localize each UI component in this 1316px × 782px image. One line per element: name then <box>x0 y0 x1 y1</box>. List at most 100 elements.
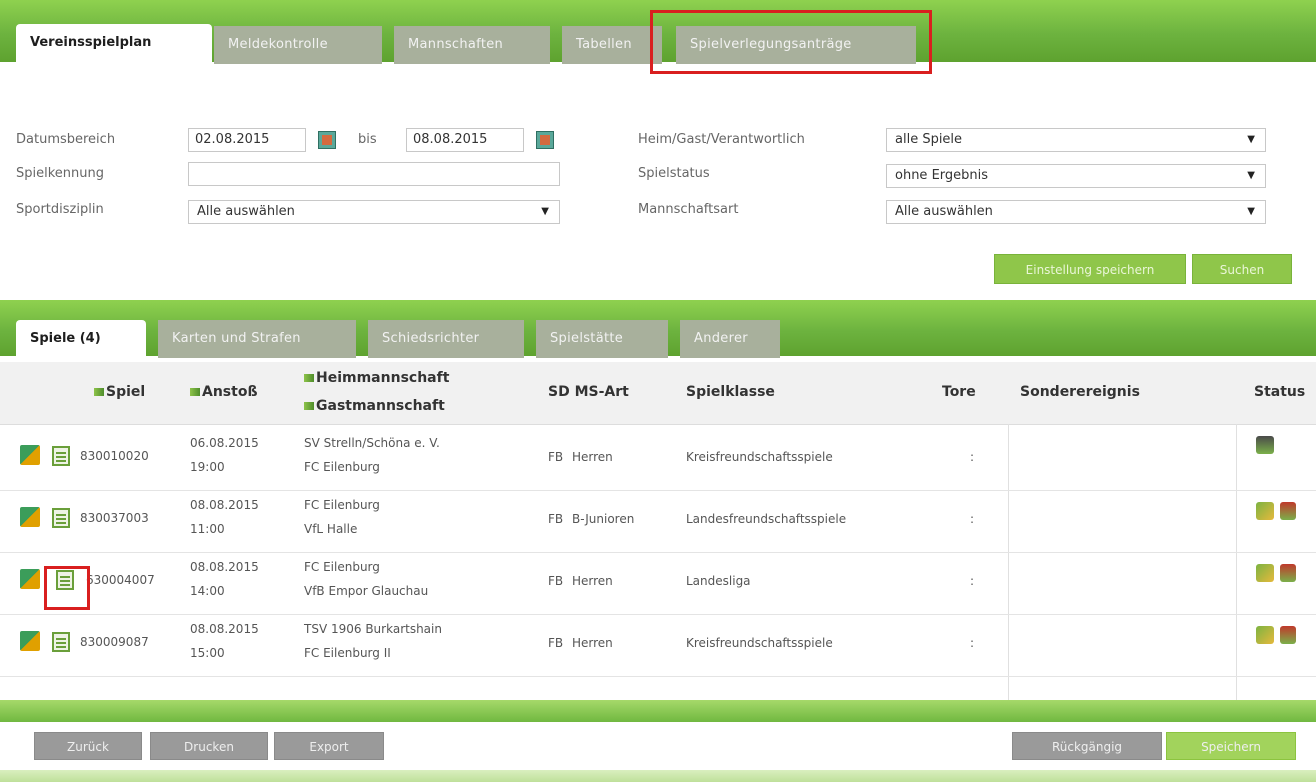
tab-mannschaften[interactable]: Mannschaften <box>394 26 550 64</box>
game-date: 08.08.2015 <box>190 560 259 574</box>
sort-icon <box>304 374 314 382</box>
game-report-icon[interactable] <box>52 632 70 652</box>
sportdisziplin-value: Alle auswählen <box>197 204 295 219</box>
status-icon <box>1256 564 1274 582</box>
edit-game-icon[interactable] <box>20 631 40 651</box>
spielstatus-value: ohne Ergebnis <box>895 168 989 183</box>
tab-tabellen[interactable]: Tabellen <box>562 26 662 64</box>
home-team: FC Eilenburg <box>304 498 380 512</box>
mannschaftsart-select[interactable]: Alle auswählen ▼ <box>886 200 1266 224</box>
column-header-gast[interactable]: Gastmannschaft <box>304 398 445 414</box>
guest-team: VfB Empor Glauchau <box>304 584 429 598</box>
chevron-down-icon: ▼ <box>1247 134 1255 145</box>
guest-team: FC Eilenburg <box>304 460 380 474</box>
label-sportdisziplin: Sportdisziplin <box>16 202 104 217</box>
tab-vereinsspielplan[interactable]: Vereinsspielplan <box>16 24 212 64</box>
calendar-from-icon[interactable] <box>318 131 336 149</box>
game-date: 08.08.2015 <box>190 622 259 636</box>
tab-spiele[interactable]: Spiele (4) <box>16 320 146 360</box>
calendar-status-icon <box>1280 626 1296 644</box>
date-to-input[interactable]: 08.08.2015 <box>406 128 524 152</box>
label-bis: bis <box>358 132 377 147</box>
game-time: 19:00 <box>190 460 225 474</box>
table-row[interactable]: 830009087 08.08.2015 15:00 TSV 1906 Burk… <box>0 614 1316 677</box>
print-button[interactable]: Drucken <box>150 732 268 760</box>
sport-discipline: FB <box>548 574 564 588</box>
team-type: B-Junioren <box>572 512 635 526</box>
column-header-spiel[interactable]: Spiel <box>94 384 145 400</box>
column-header-anstoss[interactable]: Anstoß <box>190 384 258 400</box>
mannschaftsart-value: Alle auswählen <box>895 204 993 219</box>
home-team: TSV 1906 Burkartshain <box>304 622 442 636</box>
tab-schiedsrichter[interactable]: Schiedsrichter <box>368 320 524 358</box>
table-row[interactable]: 830037003 08.08.2015 11:00 FC Eilenburg … <box>0 490 1316 553</box>
sportdisziplin-select[interactable]: Alle auswählen ▼ <box>188 200 560 224</box>
game-id: 830009087 <box>80 635 149 649</box>
header-spiel-label: Spiel <box>106 384 146 400</box>
edit-game-icon[interactable] <box>20 569 40 589</box>
sport-discipline: FB <box>548 636 564 650</box>
table-row[interactable]: 830010020 06.08.2015 19:00 SV Strelln/Sc… <box>0 428 1316 491</box>
guest-team: FC Eilenburg II <box>304 646 391 660</box>
sport-discipline: FB <box>548 512 564 526</box>
header-anstoss-label: Anstoß <box>202 384 258 400</box>
column-header-sd-msart: SD MS-Art <box>548 384 629 400</box>
status-icon <box>1256 502 1274 520</box>
status-icon <box>1256 626 1274 644</box>
spielkennung-input[interactable] <box>188 162 560 186</box>
calendar-to-icon[interactable] <box>536 131 554 149</box>
score: : <box>970 636 975 650</box>
game-class: Kreisfreundschaftsspiele <box>686 636 833 650</box>
game-date: 06.08.2015 <box>190 436 259 450</box>
sport-discipline: FB <box>548 450 564 464</box>
sort-icon <box>190 388 200 396</box>
status-icon <box>1256 436 1274 454</box>
column-header-status: Status <box>1254 384 1306 400</box>
header-heim-label: Heimmannschaft <box>316 370 450 386</box>
tab-spielstaette[interactable]: Spielstätte <box>536 320 668 358</box>
heimgast-select[interactable]: alle Spiele ▼ <box>886 128 1266 152</box>
game-id: 630004007 <box>86 573 155 587</box>
game-id: 830037003 <box>80 511 149 525</box>
label-spielstatus: Spielstatus <box>638 166 710 181</box>
search-button[interactable]: Suchen <box>1192 254 1292 284</box>
sort-icon <box>304 402 314 410</box>
label-datumsbereich: Datumsbereich <box>16 132 116 147</box>
spielstatus-select[interactable]: ohne Ergebnis ▼ <box>886 164 1266 188</box>
home-team: FC Eilenburg <box>304 560 380 574</box>
game-date: 08.08.2015 <box>190 498 259 512</box>
game-report-icon[interactable] <box>52 446 70 466</box>
tab-anderer[interactable]: Anderer <box>680 320 780 358</box>
app-window: Vereinsspielplan Meldekontrolle Mannscha… <box>0 0 1316 782</box>
column-header-heim[interactable]: Heimmannschaft <box>304 370 449 386</box>
game-report-icon[interactable] <box>52 508 70 528</box>
score: : <box>970 512 975 526</box>
date-from-input[interactable]: 02.08.2015 <box>188 128 306 152</box>
tab-meldekontrolle[interactable]: Meldekontrolle <box>214 26 382 64</box>
heimgast-value: alle Spiele <box>895 132 963 147</box>
game-time: 15:00 <box>190 646 225 660</box>
edit-game-icon[interactable] <box>20 445 40 465</box>
save-settings-button[interactable]: Einstellung speichern <box>994 254 1186 284</box>
tab-karten-strafen[interactable]: Karten und Strafen <box>158 320 356 358</box>
save-button[interactable]: Speichern <box>1166 732 1296 760</box>
team-type: Herren <box>572 450 613 464</box>
label-mannschaftsart: Mannschaftsart <box>638 202 739 217</box>
game-time: 11:00 <box>190 522 225 536</box>
highlight-box-tab <box>650 10 932 74</box>
game-class: Kreisfreundschaftsspiele <box>686 450 833 464</box>
score: : <box>970 450 975 464</box>
chevron-down-icon: ▼ <box>1247 170 1255 181</box>
table-footer-bar <box>0 700 1316 722</box>
export-button[interactable]: Export <box>274 732 384 760</box>
team-type: Herren <box>572 636 613 650</box>
back-button[interactable]: Zurück <box>34 732 142 760</box>
guest-team: VfL Halle <box>304 522 358 536</box>
undo-button[interactable]: Rückgängig <box>1012 732 1162 760</box>
game-id: 830010020 <box>80 449 149 463</box>
team-type: Herren <box>572 574 613 588</box>
table-row[interactable]: 630004007 08.08.2015 14:00 FC Eilenburg … <box>0 552 1316 615</box>
column-header-spielklasse: Spielklasse <box>686 384 775 400</box>
edit-game-icon[interactable] <box>20 507 40 527</box>
label-heimgast: Heim/Gast/Verantwortlich <box>638 132 805 147</box>
